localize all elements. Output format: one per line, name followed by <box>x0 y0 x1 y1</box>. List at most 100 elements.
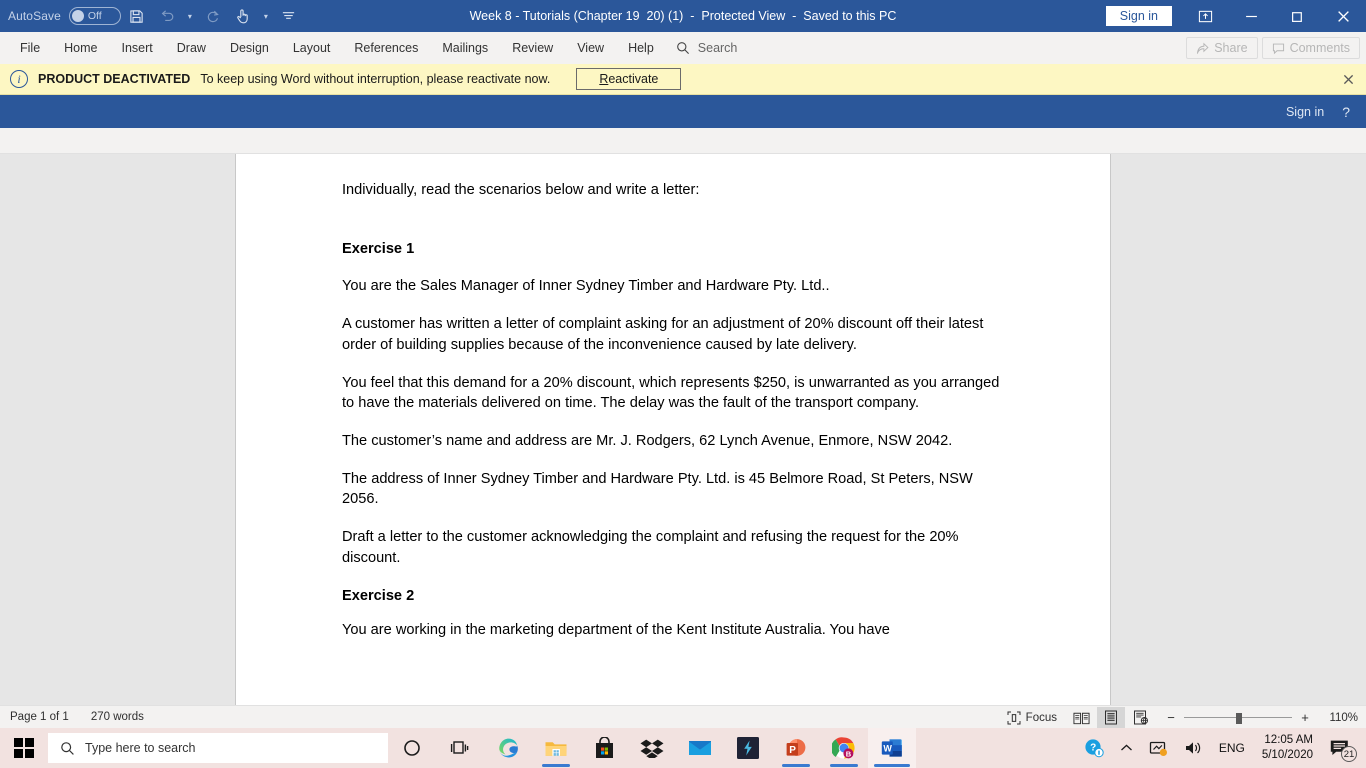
ribbon-body <box>0 128 1366 154</box>
doc-paragraph: A customer has written a letter of compl… <box>342 316 984 353</box>
doc-paragraph: The address of Inner Sydney Timber and H… <box>342 470 973 508</box>
system-tray: ? ENG 12:05 AM 5/10/2020 21 <box>1077 728 1366 768</box>
title-bar-right-controls: Sign in <box>1105 0 1366 32</box>
svg-text:B: B <box>845 749 851 758</box>
doc-paragraph: Individually, read the scenarios below a… <box>342 182 700 198</box>
close-icon[interactable] <box>1343 64 1354 95</box>
search-icon <box>676 41 690 55</box>
doc-paragraph: You feel that this demand for a 20% disc… <box>342 374 1000 412</box>
read-mode-icon[interactable] <box>1067 707 1095 728</box>
sign-in-button[interactable]: Sign in <box>1105 6 1172 26</box>
document-page[interactable]: Individually, read the scenarios below a… <box>235 154 1111 705</box>
file-explorer-icon[interactable] <box>532 728 580 768</box>
zoom-slider-thumb[interactable] <box>1236 712 1242 724</box>
zoom-control: − + 110% <box>1165 710 1358 725</box>
doc-paragraph: Draft a letter to the customer acknowled… <box>342 529 959 566</box>
autosave-toggle[interactable]: Off <box>68 7 121 25</box>
cortana-icon[interactable] <box>388 728 436 768</box>
comments-label: Comments <box>1289 41 1350 55</box>
save-icon[interactable] <box>123 3 151 29</box>
ribbon-display-options-icon[interactable] <box>1182 0 1228 32</box>
status-bar-left: Page 1 of 1 270 words <box>0 711 144 723</box>
taskbar-search-placeholder: Type here to search <box>85 741 196 755</box>
tab-draw[interactable]: Draw <box>165 36 218 60</box>
info-icon: i <box>10 70 28 88</box>
page-indicator[interactable]: Page 1 of 1 <box>10 711 69 723</box>
close-icon[interactable] <box>1320 0 1366 32</box>
search-box[interactable]: Search <box>676 41 738 55</box>
reactivate-button[interactable]: Reactivate <box>576 68 682 90</box>
ribbon-tab-bar: File Home Insert Draw Design Layout Refe… <box>0 32 1366 64</box>
redo-icon[interactable] <box>199 3 227 29</box>
tab-mailings[interactable]: Mailings <box>430 36 500 60</box>
svg-text:P: P <box>789 745 796 756</box>
tab-layout[interactable]: Layout <box>281 36 343 60</box>
warning-message: To keep using Word without interruption,… <box>200 72 551 86</box>
document-workspace[interactable]: Individually, read the scenarios below a… <box>0 154 1366 705</box>
tab-view[interactable]: View <box>565 36 616 60</box>
microsoft-word-icon[interactable]: W <box>868 728 916 768</box>
word-count[interactable]: 270 words <box>91 711 144 723</box>
zoom-level[interactable]: 110% <box>1324 712 1358 724</box>
tab-review[interactable]: Review <box>500 36 565 60</box>
volume-icon[interactable] <box>1177 728 1210 768</box>
minimize-icon[interactable] <box>1228 0 1274 32</box>
status-bar-right: Focus − + 110% <box>999 706 1358 729</box>
task-view-icon[interactable] <box>436 728 484 768</box>
maximize-icon[interactable] <box>1274 0 1320 32</box>
google-chrome-icon[interactable]: B <box>820 728 868 768</box>
zoom-slider[interactable] <box>1184 712 1292 724</box>
microsoft-edge-icon[interactable] <box>484 728 532 768</box>
dropbox-icon[interactable] <box>628 728 676 768</box>
windows-taskbar: Type here to search P B W ? ENG 12:05 AM… <box>0 728 1366 768</box>
signin-link[interactable]: Sign in <box>1286 105 1324 119</box>
print-layout-icon[interactable] <box>1097 707 1125 728</box>
tab-file[interactable]: File <box>8 36 52 60</box>
status-bar: Page 1 of 1 270 words Focus − + 110% <box>0 705 1366 728</box>
tab-help[interactable]: Help <box>616 36 666 60</box>
taskbar-search-input[interactable]: Type here to search <box>48 733 388 763</box>
ribbon-tabs: File Home Insert Draw Design Layout Refe… <box>0 32 666 64</box>
mail-icon[interactable] <box>676 728 724 768</box>
zoom-in-button[interactable]: + <box>1299 710 1311 725</box>
tab-references[interactable]: References <box>342 36 430 60</box>
warning-title: PRODUCT DEACTIVATED <box>38 72 191 86</box>
tab-insert[interactable]: Insert <box>110 36 165 60</box>
page-content: Individually, read the scenarios below a… <box>236 154 1110 641</box>
clock[interactable]: 12:05 AM 5/10/2020 <box>1254 733 1321 763</box>
tab-design[interactable]: Design <box>218 36 281 60</box>
windows-start-icon[interactable] <box>0 728 48 768</box>
focus-icon <box>1007 711 1021 725</box>
web-layout-icon[interactable] <box>1127 707 1155 728</box>
quick-access-toolbar: AutoSave Off ▾ ▾ <box>0 0 303 32</box>
ribbon-right-actions: Share Comments <box>1186 32 1360 64</box>
doc-paragraph: You are the Sales Manager of Inner Sydne… <box>342 278 830 295</box>
notifications-icon[interactable]: 21 <box>1323 728 1360 768</box>
zoom-out-button[interactable]: − <box>1165 710 1177 725</box>
show-hidden-icons-chevron[interactable] <box>1113 728 1140 768</box>
notifications-count-badge: 21 <box>1341 746 1357 762</box>
microsoft-store-icon[interactable] <box>580 728 628 768</box>
touch-mode-dropdown-icon[interactable]: ▾ <box>259 3 273 29</box>
search-placeholder-text: Search <box>697 41 738 55</box>
lightning-app-icon[interactable] <box>724 728 772 768</box>
focus-label: Focus <box>1025 711 1057 724</box>
share-icon <box>1196 42 1209 55</box>
comments-button[interactable]: Comments <box>1261 37 1360 59</box>
tab-home[interactable]: Home <box>52 36 109 60</box>
powerpoint-icon[interactable]: P <box>772 728 820 768</box>
undo-dropdown-icon[interactable]: ▾ <box>183 3 197 29</box>
comment-icon <box>1272 42 1285 55</box>
help-icon[interactable]: ? <box>1342 104 1350 120</box>
share-button[interactable]: Share <box>1186 37 1258 59</box>
customize-quick-access-icon[interactable] <box>275 3 303 29</box>
undo-icon[interactable] <box>153 3 181 29</box>
focus-button[interactable]: Focus <box>999 709 1065 727</box>
network-icon[interactable] <box>1142 728 1175 768</box>
doc-heading-exercise-1: Exercise 1 <box>342 240 415 257</box>
language-indicator[interactable]: ENG <box>1212 728 1252 768</box>
touch-mode-icon[interactable] <box>229 3 257 29</box>
autosave-label: AutoSave <box>8 9 61 23</box>
help-support-icon[interactable]: ? <box>1077 728 1111 768</box>
windows-logo <box>14 738 34 758</box>
